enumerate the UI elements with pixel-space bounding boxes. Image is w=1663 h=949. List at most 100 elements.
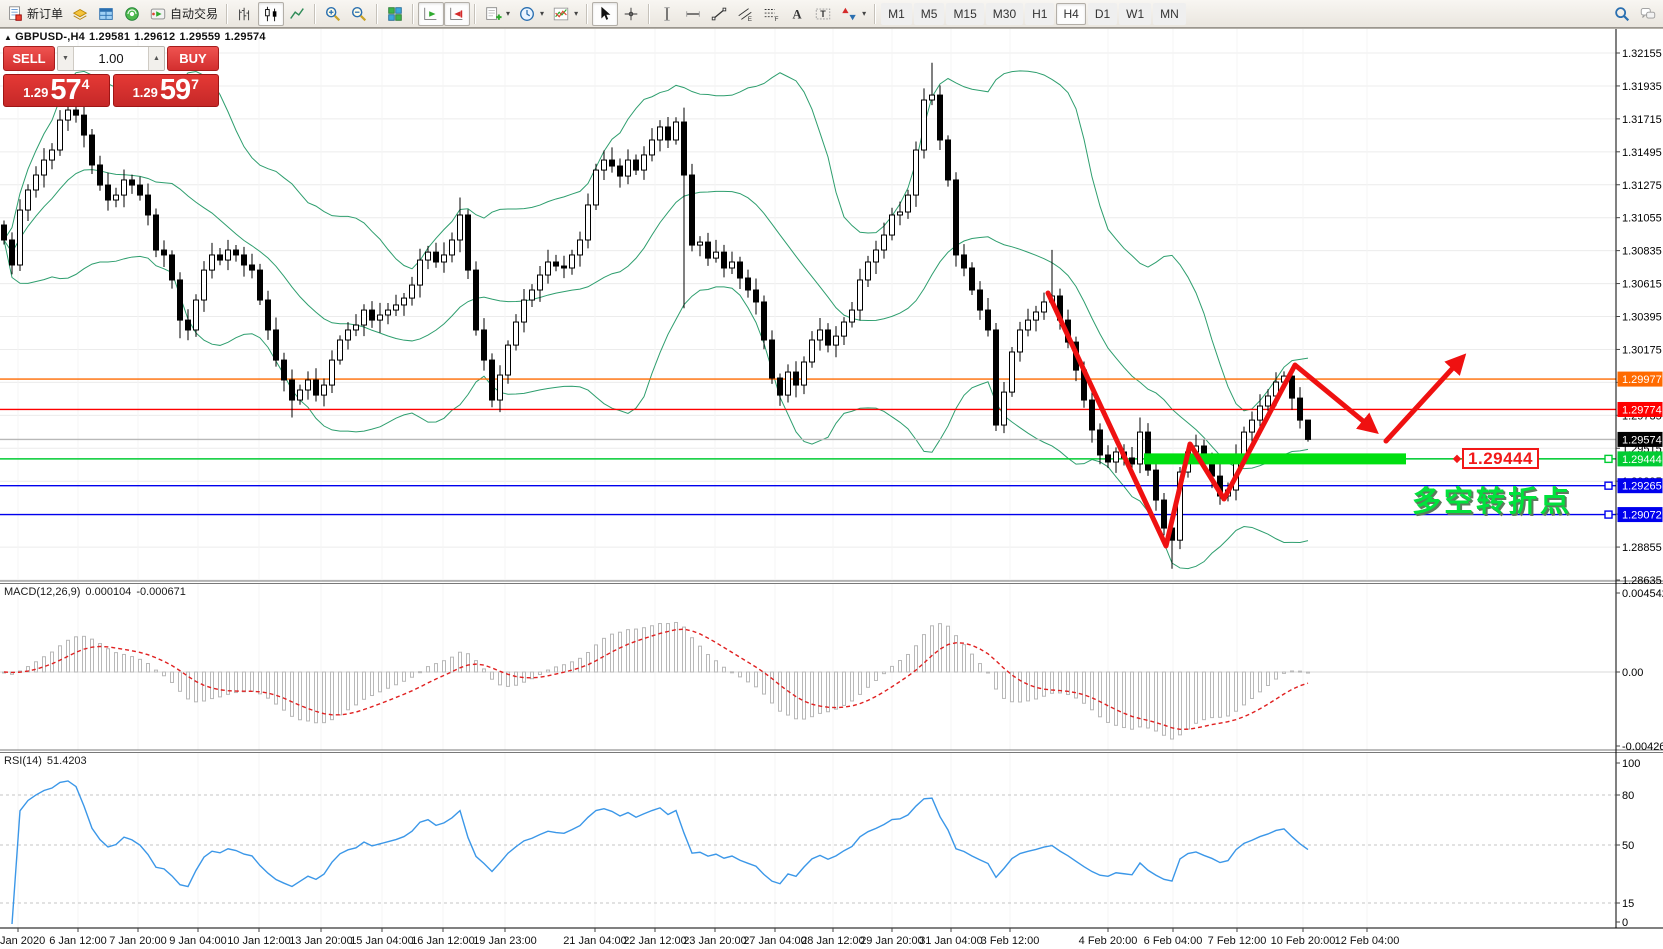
toolbar-separator bbox=[874, 4, 876, 24]
svg-text:1.30175: 1.30175 bbox=[1622, 344, 1662, 356]
svg-text:A: A bbox=[793, 7, 802, 21]
fibonacci-button[interactable]: F bbox=[758, 2, 784, 26]
timeframe-button-w1[interactable]: W1 bbox=[1119, 3, 1151, 25]
timeframe-button-d1[interactable]: D1 bbox=[1088, 3, 1117, 25]
bar-chart-button[interactable] bbox=[232, 2, 258, 26]
new-order-button[interactable]: 新订单 bbox=[2, 2, 67, 26]
support-line-blue-2-handle[interactable] bbox=[1605, 511, 1612, 518]
arrows-button[interactable]: ▾ bbox=[836, 2, 870, 26]
cursor-icon bbox=[596, 5, 614, 23]
chat-button[interactable] bbox=[1635, 2, 1661, 26]
periods-button[interactable]: ▾ bbox=[514, 2, 548, 26]
toolbar-separator bbox=[412, 4, 414, 24]
auto-scroll-button[interactable] bbox=[418, 2, 444, 26]
macd-pane bbox=[0, 622, 1616, 739]
dropdown-caret-icon[interactable]: ▾ bbox=[574, 9, 578, 18]
time-axis-label: 10 Feb 20:00 bbox=[1271, 935, 1336, 947]
dropdown-caret-icon[interactable]: ▾ bbox=[540, 9, 544, 18]
macd-indicator-label: MACD(12,26,9)0.000104-0.000671 bbox=[4, 586, 191, 598]
svg-text:1.29977: 1.29977 bbox=[1622, 374, 1662, 386]
candlestick-chart-button[interactable] bbox=[258, 2, 284, 26]
toolbar-separator bbox=[474, 4, 476, 24]
volume-input[interactable] bbox=[74, 47, 148, 70]
chart-bars-icon bbox=[236, 5, 254, 23]
bar-open: 1.29581 bbox=[89, 31, 130, 43]
timeframe-button-m15[interactable]: M15 bbox=[946, 3, 983, 25]
buy-button[interactable]: BUY bbox=[167, 46, 219, 71]
projection-arrow[interactable] bbox=[1386, 358, 1462, 441]
price-axis: 1.321551.319351.317151.314951.312751.310… bbox=[1616, 48, 1663, 929]
support-line-blue-1-handle[interactable] bbox=[1605, 482, 1612, 489]
label-button[interactable]: T bbox=[810, 2, 836, 26]
text-button[interactable]: A bbox=[784, 2, 810, 26]
cursor-button[interactable] bbox=[592, 2, 618, 26]
volume-decrease-button[interactable]: ▼ bbox=[58, 47, 74, 70]
time-axis-label: 22 Jan 12:00 bbox=[623, 935, 687, 947]
svg-text:80: 80 bbox=[1622, 790, 1634, 802]
volume-increase-button[interactable]: ▲ bbox=[148, 47, 164, 70]
line-chart-button[interactable] bbox=[284, 2, 310, 26]
callout-anchor-diamond bbox=[1453, 455, 1461, 463]
svg-text:1.29444: 1.29444 bbox=[1622, 454, 1662, 466]
crosshair-button[interactable] bbox=[618, 2, 644, 26]
timeframe-button-m5[interactable]: M5 bbox=[914, 3, 945, 25]
rsi-pane bbox=[0, 781, 1616, 924]
toolbar-separator bbox=[314, 4, 316, 24]
sell-button[interactable]: SELL bbox=[3, 46, 55, 71]
new-chart-button[interactable]: ▾ bbox=[480, 2, 514, 26]
time-axis-label: 15 Jan 04:00 bbox=[350, 935, 414, 947]
zoom-in-button[interactable] bbox=[320, 2, 346, 26]
tile-windows-button[interactable] bbox=[382, 2, 408, 26]
text-a-icon: A bbox=[788, 5, 806, 23]
channel-button[interactable]: E bbox=[732, 2, 758, 26]
svg-text:1.31275: 1.31275 bbox=[1622, 180, 1662, 192]
market-watch-button[interactable] bbox=[67, 2, 93, 26]
zoom-out-button[interactable] bbox=[346, 2, 372, 26]
vertical-line-button[interactable] bbox=[654, 2, 680, 26]
auto-trading-button[interactable]: 自动交易 bbox=[145, 2, 222, 26]
trendline-button[interactable] bbox=[706, 2, 732, 26]
connection-button[interactable] bbox=[119, 2, 145, 26]
turning-point-annotation[interactable]: 多空转折点 bbox=[1412, 478, 1572, 520]
svg-text:100: 100 bbox=[1622, 758, 1640, 770]
tile-windows-icon bbox=[386, 5, 404, 23]
time-axis-label: 7 Jan 20:00 bbox=[109, 935, 167, 947]
price-level-callout[interactable]: 1.29444 bbox=[1462, 448, 1539, 469]
chart-shift-button[interactable] bbox=[444, 2, 470, 26]
profiles-button[interactable] bbox=[93, 2, 119, 26]
support-line-green-handle[interactable] bbox=[1605, 455, 1612, 462]
trend-arrows[interactable] bbox=[1048, 293, 1462, 546]
caret-up-icon: ▲ bbox=[153, 55, 160, 62]
svg-text:F: F bbox=[775, 16, 779, 23]
horizontal-level-lines bbox=[0, 379, 1616, 514]
caret-down-icon: ▼ bbox=[62, 55, 69, 62]
time-axis-label: 9 Jan 04:00 bbox=[169, 935, 227, 947]
rsi-indicator-label: RSI(14)51.4203 bbox=[4, 755, 92, 767]
buy-price[interactable]: 1.29597 bbox=[113, 74, 220, 107]
sell-price[interactable]: 1.29574 bbox=[3, 74, 110, 107]
svg-text:50: 50 bbox=[1622, 840, 1634, 852]
svg-text:1.31495: 1.31495 bbox=[1622, 147, 1662, 159]
fibonacci-icon: F bbox=[762, 5, 780, 23]
search-button[interactable] bbox=[1609, 2, 1635, 26]
timeframe-button-h4[interactable]: H4 bbox=[1056, 3, 1085, 25]
svg-text:-0.004262: -0.004262 bbox=[1622, 741, 1663, 753]
timeframe-button-mn[interactable]: MN bbox=[1153, 3, 1186, 25]
dropdown-caret-icon[interactable]: ▾ bbox=[862, 9, 866, 18]
svg-text:1.30615: 1.30615 bbox=[1622, 279, 1662, 291]
clock-icon bbox=[518, 5, 536, 23]
zigzag-arrow[interactable] bbox=[1048, 293, 1374, 546]
dropdown-caret-icon[interactable]: ▾ bbox=[506, 9, 510, 18]
grid bbox=[0, 29, 1616, 928]
collapse-arrow-icon[interactable]: ▲ bbox=[4, 33, 12, 42]
timeframe-button-h1[interactable]: H1 bbox=[1025, 3, 1054, 25]
shapes-icon bbox=[840, 5, 858, 23]
svg-text:15: 15 bbox=[1622, 898, 1634, 910]
timeframe-button-m30[interactable]: M30 bbox=[986, 3, 1023, 25]
time-axis-label: 31 Jan 04:00 bbox=[919, 935, 983, 947]
time-axis-label: 10 Jan 12:00 bbox=[227, 935, 291, 947]
horizontal-line-button[interactable] bbox=[680, 2, 706, 26]
indicators-button[interactable]: ▾ bbox=[548, 2, 582, 26]
gold-pages-icon bbox=[71, 5, 89, 23]
timeframe-button-m1[interactable]: M1 bbox=[881, 3, 912, 25]
